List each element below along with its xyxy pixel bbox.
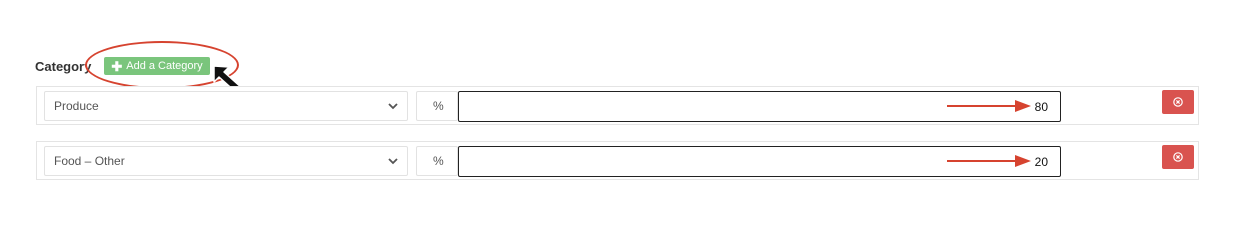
category-header: Category: [35, 57, 91, 75]
percent-value-input[interactable]: 20: [458, 146, 1061, 177]
close-circle-icon: [1173, 152, 1183, 162]
percent-addon: %: [416, 91, 458, 121]
percent-symbol: %: [433, 154, 444, 168]
category-row: Produce % 80: [36, 86, 1199, 125]
percent-addon: %: [416, 146, 458, 176]
category-select-value: Food – Other: [54, 154, 125, 168]
category-label: Category: [35, 58, 92, 74]
category-select[interactable]: Produce: [44, 91, 408, 121]
chevron-down-icon: [388, 103, 398, 110]
percent-value: 20: [1034, 154, 1048, 169]
chevron-down-icon: [388, 158, 398, 165]
category-select-value: Produce: [54, 99, 99, 113]
category-select[interactable]: Food – Other: [44, 146, 408, 176]
add-category-button[interactable]: ✚ Add a Category: [104, 57, 210, 75]
percent-value: 80: [1034, 99, 1048, 114]
plus-icon: ✚: [111, 58, 123, 74]
add-category-label: Add a Category: [126, 60, 203, 72]
category-row: Food – Other % 20: [36, 141, 1199, 180]
percent-symbol: %: [433, 99, 444, 113]
remove-row-button[interactable]: [1162, 145, 1194, 169]
percent-value-input[interactable]: 80: [458, 91, 1061, 122]
close-circle-icon: [1173, 97, 1183, 107]
remove-row-button[interactable]: [1162, 90, 1194, 114]
